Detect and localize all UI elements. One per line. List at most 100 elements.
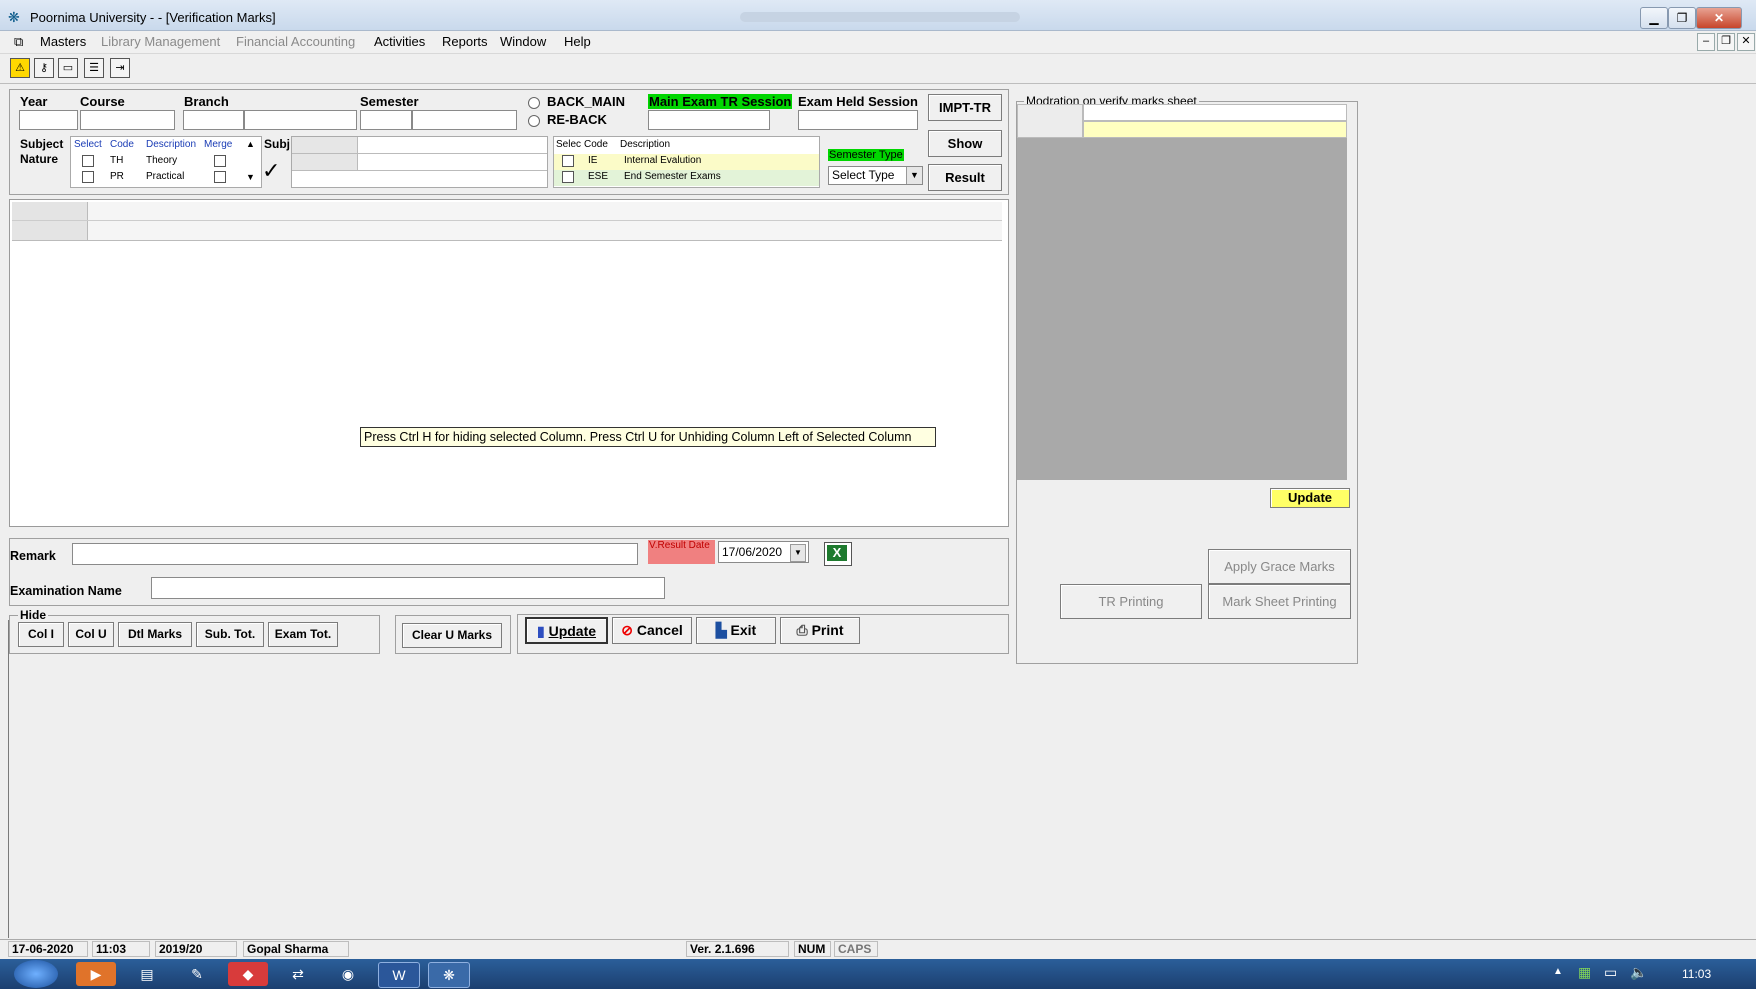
excel-export-icon[interactable]: X — [824, 542, 852, 566]
menu-help[interactable]: Help — [564, 34, 591, 49]
menu-masters[interactable]: Masters — [40, 34, 86, 49]
sn-header-select: Select — [74, 139, 102, 150]
moderation-grid-row[interactable] — [1083, 121, 1347, 138]
re-back-radio[interactable] — [528, 115, 540, 127]
back-main-label: BACK_MAIN — [547, 94, 625, 109]
col-i-button[interactable]: Col I — [18, 622, 64, 647]
menu-reports[interactable]: Reports — [442, 34, 488, 49]
status-session: 2019/20 — [155, 941, 237, 957]
list-icon[interactable]: ☰ — [84, 58, 104, 78]
impt-tr-button[interactable]: IMPT-TR — [928, 94, 1002, 121]
marks-grid[interactable] — [9, 199, 1009, 527]
menu-library-management[interactable]: Library Management — [101, 34, 220, 49]
course-input[interactable] — [80, 110, 175, 130]
semester-code-input[interactable] — [360, 110, 412, 130]
network-icon[interactable]: ▭ — [1604, 964, 1617, 981]
exit-door-icon[interactable]: ⇥ — [110, 58, 130, 78]
result-date-picker[interactable]: 17/06/2020 ▼ — [718, 541, 809, 563]
exit-button[interactable]: ▙ Exit — [696, 617, 776, 644]
semester-name-input[interactable] — [412, 110, 517, 130]
et-row2-checkbox[interactable] — [562, 171, 574, 183]
menu-financial-accounting[interactable]: Financial Accounting — [236, 34, 355, 49]
sn-row2-select-checkbox[interactable] — [82, 171, 94, 183]
examination-name-label: Examination Name — [10, 584, 122, 598]
tray-app-icon[interactable]: ▦ — [1578, 964, 1591, 981]
subject-list-grid[interactable] — [291, 136, 548, 188]
sn-row2-description: Practical — [146, 171, 185, 182]
subject-nature-label-line2: Nature — [20, 152, 59, 166]
mdi-close-icon[interactable]: ✕ — [1737, 33, 1755, 51]
back-main-radio[interactable] — [528, 97, 540, 109]
teamviewer-icon[interactable]: ⇄ — [278, 962, 318, 986]
main-exam-session-input[interactable] — [648, 110, 770, 130]
app-icon: ❋ — [8, 9, 20, 25]
branch-name-input[interactable] — [244, 110, 357, 130]
maximize-button[interactable]: ❐ — [1668, 7, 1696, 29]
examination-name-input[interactable] — [151, 577, 665, 599]
card-icon[interactable]: ▭ — [58, 58, 78, 78]
dropdown-arrow-icon[interactable]: ▼ — [906, 167, 922, 184]
calendar-dropdown-icon[interactable]: ▼ — [790, 544, 806, 562]
warning-icon[interactable]: ⚠ — [10, 58, 30, 78]
tray-expand-icon[interactable]: ▲ — [1553, 966, 1563, 977]
remark-input[interactable] — [72, 543, 638, 565]
semester-type-select[interactable]: Select Type ▼ — [828, 166, 923, 185]
dtl-marks-button[interactable]: Dtl Marks — [118, 622, 192, 647]
show-button[interactable]: Show — [928, 130, 1002, 157]
status-user: Gopal Sharma — [243, 941, 349, 957]
scroll-down-icon[interactable]: ▼ — [246, 172, 255, 182]
moderation-grid[interactable] — [1017, 104, 1347, 480]
key-icon[interactable]: ⚷ — [34, 58, 54, 78]
tr-printing-button[interactable]: TR Printing — [1060, 584, 1202, 619]
exam-held-session-input[interactable] — [798, 110, 918, 130]
mdi-restore-icon[interactable]: ❐ — [1717, 33, 1735, 51]
sn-row1-merge-checkbox[interactable] — [214, 155, 226, 167]
sn-row1-select-checkbox[interactable] — [82, 155, 94, 167]
col-u-button[interactable]: Col U — [68, 622, 114, 647]
media-player-icon[interactable]: ▶ — [76, 962, 116, 986]
sn-row2-merge-checkbox[interactable] — [214, 171, 226, 183]
erp-app-icon[interactable]: ❋ — [428, 962, 470, 988]
toolbar — [0, 55, 1756, 84]
menu-activities[interactable]: Activities — [374, 34, 425, 49]
clear-u-marks-button[interactable]: Clear U Marks — [402, 623, 502, 648]
scroll-up-icon[interactable]: ▲ — [246, 139, 255, 149]
mark-sheet-printing-button[interactable]: Mark Sheet Printing — [1208, 584, 1351, 619]
moderation-update-button[interactable]: Update — [1270, 488, 1350, 508]
exit-door-icon: ▙ — [715, 622, 727, 638]
anydesk-icon[interactable]: ◆ — [228, 962, 268, 986]
minimize-button[interactable]: ▁ — [1640, 7, 1668, 29]
cancel-button[interactable]: ⊘ Cancel — [612, 617, 692, 644]
menu-window[interactable]: Window — [500, 34, 546, 49]
mdi-minimize-icon[interactable]: – — [1697, 33, 1715, 51]
file-explorer-icon[interactable]: ▤ — [127, 962, 167, 986]
volume-icon[interactable]: 🔈 — [1630, 964, 1647, 981]
word-icon[interactable]: W — [378, 962, 420, 988]
marks-grid-header — [12, 202, 1002, 241]
pen-app-icon[interactable]: ✎ — [177, 962, 217, 986]
divider — [292, 153, 547, 154]
title-bar: ❋ Poornima University - - [Verification … — [0, 0, 1756, 31]
result-button[interactable]: Result — [928, 164, 1002, 191]
divider — [12, 220, 1002, 221]
taskbar-clock[interactable]: 11:03 — [1682, 967, 1711, 981]
chrome-icon[interactable]: ◉ — [328, 962, 368, 986]
status-num: NUM — [794, 941, 831, 957]
status-version: Ver. 2.1.696 — [686, 941, 789, 957]
et-row1-description: Internal Evalution — [624, 155, 702, 166]
start-button[interactable] — [14, 960, 58, 988]
apply-grace-marks-button[interactable]: Apply Grace Marks — [1208, 549, 1351, 584]
exam-tot-button[interactable]: Exam Tot. — [268, 622, 338, 647]
course-label: Course — [80, 94, 125, 109]
year-input[interactable] — [19, 110, 78, 130]
update-button[interactable]: ▮ Update — [525, 617, 608, 644]
close-button[interactable]: ✕ — [1696, 7, 1742, 29]
branch-code-input[interactable] — [183, 110, 244, 130]
et-header-description: Description — [620, 139, 671, 150]
et-row1-checkbox[interactable] — [562, 155, 574, 167]
hide-label: Hide — [18, 608, 49, 622]
marks-grid-corner — [12, 202, 88, 240]
print-button[interactable]: ⎙ Print — [780, 617, 860, 644]
sub-tot-button[interactable]: Sub. Tot. — [196, 622, 264, 647]
mdi-window-icon: ⧉ — [14, 34, 24, 49]
